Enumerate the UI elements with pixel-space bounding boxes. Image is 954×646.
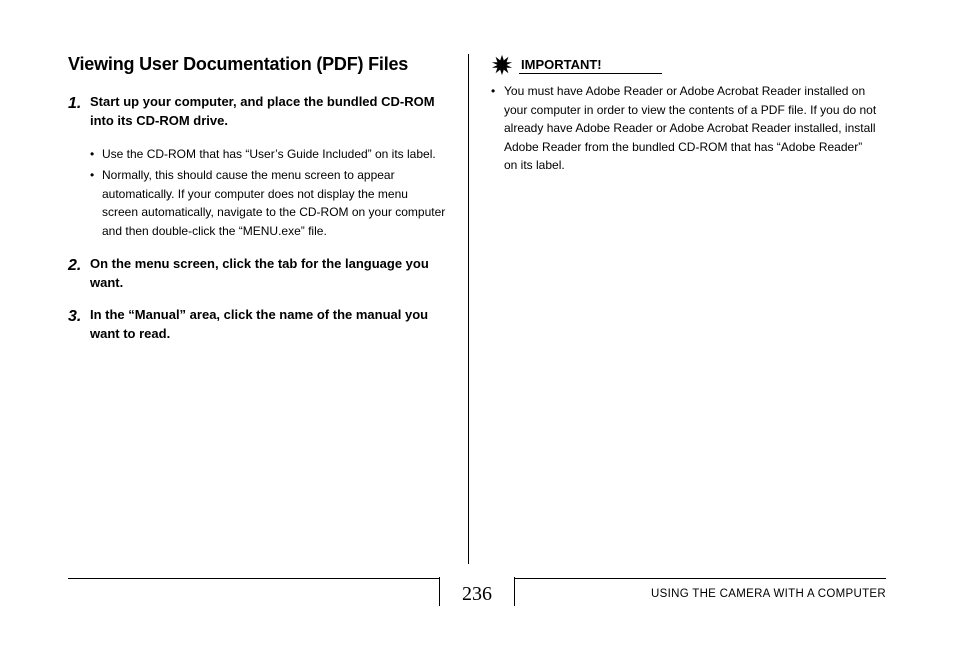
- step-2: 2. On the menu screen, click the tab for…: [68, 255, 446, 293]
- page-footer: 236 USING THE CAMERA WITH A COMPUTER: [68, 578, 886, 622]
- important-bullets: You must have Adobe Reader or Adobe Acro…: [491, 82, 878, 175]
- left-column: Viewing User Documentation (PDF) Files 1…: [68, 54, 468, 564]
- step-1: 1. Start up your computer, and place the…: [68, 93, 446, 131]
- bullet-item: Use the CD-ROM that has “User’s Guide In…: [90, 145, 446, 164]
- footer-section-label: USING THE CAMERA WITH A COMPUTER: [651, 588, 886, 600]
- step-1-bullets: Use the CD-ROM that has “User’s Guide In…: [90, 145, 446, 241]
- step-number: 1.: [68, 93, 90, 131]
- section-title: Viewing User Documentation (PDF) Files: [68, 54, 446, 75]
- starburst-icon: [491, 54, 513, 76]
- step-text: In the “Manual” area, click the name of …: [90, 306, 446, 344]
- step-text: Start up your computer, and place the bu…: [90, 93, 446, 131]
- step-3: 3. In the “Manual” area, click the name …: [68, 306, 446, 344]
- important-header: IMPORTANT!: [491, 54, 878, 76]
- step-number: 2.: [68, 255, 90, 293]
- bullet-item: You must have Adobe Reader or Adobe Acro…: [491, 82, 878, 175]
- right-column: IMPORTANT! You must have Adobe Reader or…: [468, 54, 878, 564]
- content-columns: Viewing User Documentation (PDF) Files 1…: [68, 54, 886, 564]
- step-text: On the menu screen, click the tab for th…: [90, 255, 446, 293]
- page-number: 236: [439, 577, 515, 606]
- step-number: 3.: [68, 306, 90, 344]
- bullet-item: Normally, this should cause the menu scr…: [90, 166, 446, 240]
- document-page: Viewing User Documentation (PDF) Files 1…: [0, 0, 954, 646]
- important-label: IMPORTANT!: [519, 57, 662, 74]
